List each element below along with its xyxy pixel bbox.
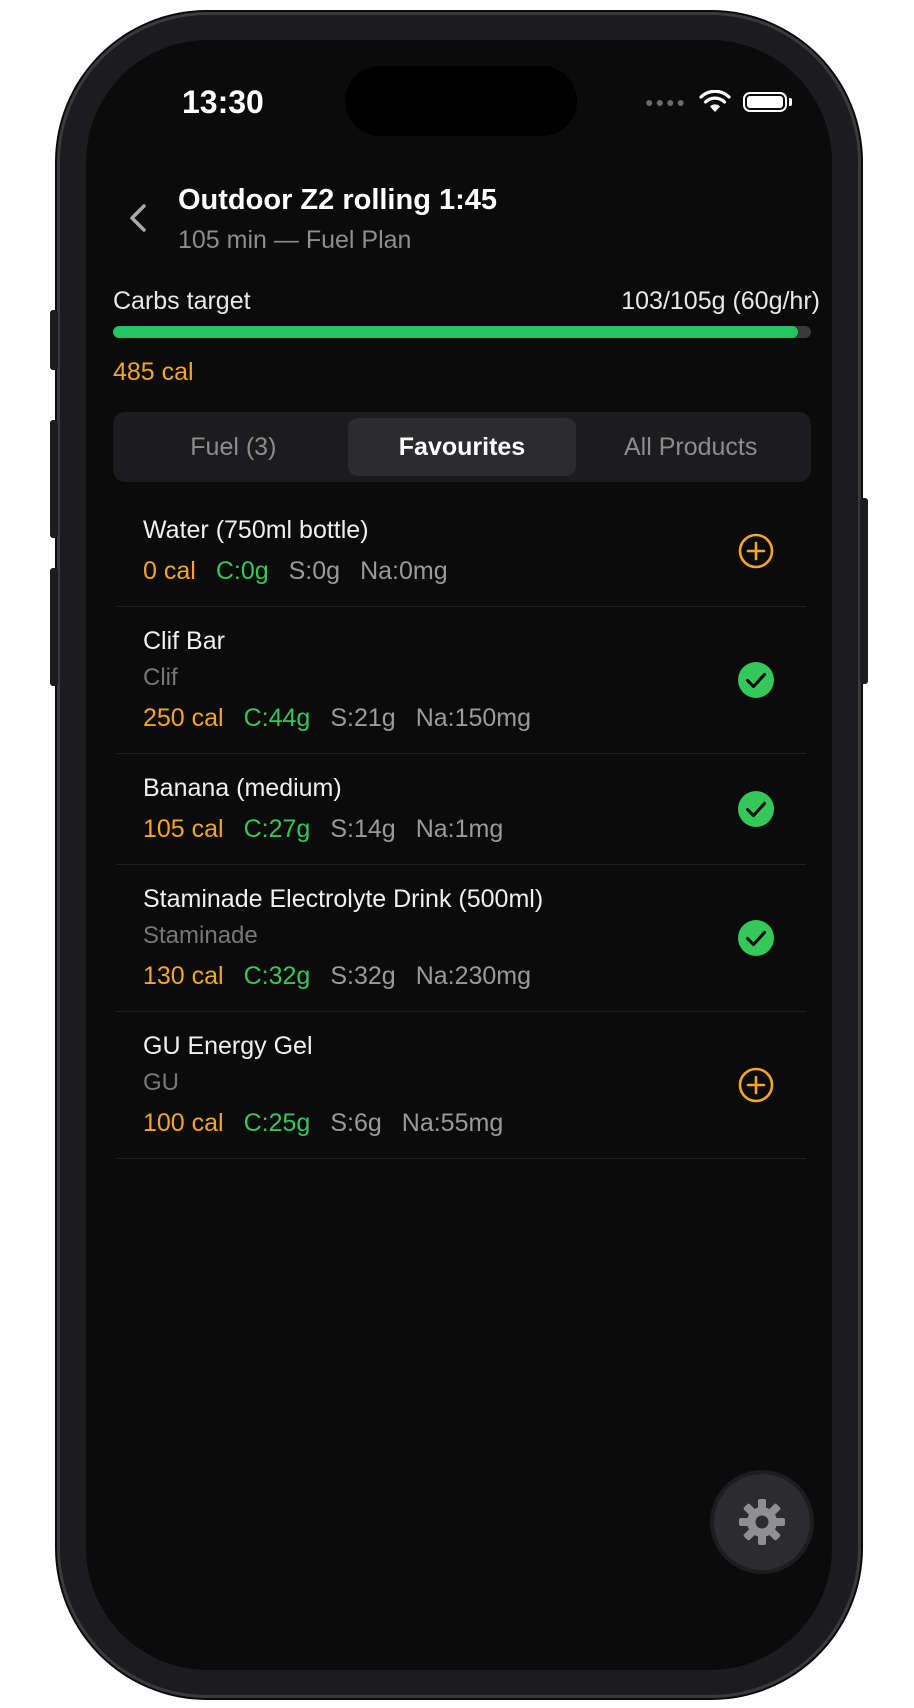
item-name: GU Energy Gel	[143, 1032, 313, 1060]
item-name: Clif Bar	[143, 627, 225, 655]
item-calories: 105 cal	[143, 815, 224, 843]
favourites-list: Water (750ml bottle) 0 cal C:0g S:0g Na:…	[116, 496, 806, 1159]
add-circle-icon[interactable]	[736, 1065, 776, 1105]
app-screen: 13:30 ●●●● Outdoor Z2 rolling 1:45 105 m…	[86, 40, 832, 1670]
side-button-power	[860, 498, 868, 684]
dynamic-island	[345, 66, 577, 136]
status-icons: ●●●●	[645, 90, 792, 114]
item-sodium: Na:1mg	[415, 815, 504, 843]
item-calories: 100 cal	[143, 1109, 224, 1137]
item-name: Staminade Electrolyte Drink (500ml)	[143, 885, 544, 913]
checkmark-circle-icon[interactable]	[736, 918, 776, 958]
item-carbs: C:44g	[243, 704, 311, 732]
item-brand: Clif	[143, 664, 178, 691]
item-macros: 130 cal C:32g S:32g Na:230mg	[143, 962, 806, 991]
item-sugar: S:32g	[330, 962, 396, 990]
page-title: Outdoor Z2 rolling 1:45	[178, 184, 498, 216]
item-sodium: Na:150mg	[415, 704, 532, 732]
item-brand: Staminade	[143, 922, 258, 949]
tab-all-products[interactable]: All Products	[576, 418, 805, 476]
item-sodium: Na:230mg	[415, 962, 532, 990]
item-macros: 105 cal C:27g S:14g Na:1mg	[143, 815, 806, 844]
carbs-progress-bar	[113, 326, 811, 338]
battery-cap	[789, 98, 792, 106]
item-sugar: S:21g	[330, 704, 396, 732]
item-name: Water (750ml bottle)	[143, 516, 369, 544]
carbs-progress-fill	[113, 326, 798, 338]
status-time: 13:30	[182, 84, 264, 120]
item-sugar: S:6g	[330, 1109, 382, 1137]
page-subtitle: 105 min — Fuel Plan	[178, 226, 412, 254]
list-item[interactable]: Banana (medium) 105 cal C:27g S:14g Na:1…	[116, 754, 806, 865]
item-macros: 250 cal C:44g S:21g Na:150mg	[143, 704, 806, 733]
carbs-target-label: Carbs target	[113, 287, 251, 315]
wifi-icon	[699, 90, 731, 112]
side-button-action	[50, 310, 58, 370]
carbs-target-value: 103/105g (60g/hr)	[621, 287, 820, 315]
item-sugar: S:0g	[288, 557, 341, 585]
item-sodium: Na:55mg	[401, 1109, 504, 1137]
chevron-left-icon[interactable]	[122, 200, 158, 236]
item-calories: 0 cal	[143, 557, 196, 585]
add-circle-icon[interactable]	[736, 531, 776, 571]
list-item[interactable]: Clif Bar Clif 250 cal C:44g S:21g Na:150…	[116, 607, 806, 754]
item-calories: 130 cal	[143, 962, 224, 990]
list-item[interactable]: GU Energy Gel GU 100 cal C:25g S:6g Na:5…	[116, 1012, 806, 1159]
cellular-icon: ●●●●	[645, 94, 687, 110]
item-brand: GU	[143, 1069, 179, 1096]
tab-favourites[interactable]: Favourites	[347, 418, 577, 476]
battery-icon	[743, 92, 787, 112]
item-carbs: C:32g	[243, 962, 311, 990]
item-sugar: S:14g	[330, 815, 396, 843]
settings-button[interactable]	[714, 1474, 810, 1570]
item-sodium: Na:0mg	[360, 557, 448, 585]
segmented-tabs: Fuel (3) Favourites All Products	[113, 412, 811, 482]
side-button-volume-down	[50, 568, 58, 686]
item-macros: 100 cal C:25g S:6g Na:55mg	[143, 1109, 806, 1138]
item-calories: 250 cal	[143, 704, 224, 732]
list-item[interactable]: Staminade Electrolyte Drink (500ml) Stam…	[116, 865, 806, 1012]
list-item[interactable]: Water (750ml bottle) 0 cal C:0g S:0g Na:…	[116, 496, 806, 607]
item-carbs: C:0g	[215, 557, 269, 585]
item-name: Banana (medium)	[143, 774, 342, 802]
checkmark-circle-icon[interactable]	[736, 660, 776, 700]
calorie-total: 485 cal	[113, 358, 194, 386]
checkmark-circle-icon[interactable]	[736, 789, 776, 829]
item-carbs: C:27g	[243, 815, 311, 843]
gear-icon	[739, 1499, 785, 1545]
item-macros: 0 cal C:0g S:0g Na:0mg	[143, 557, 806, 586]
side-button-volume-up	[50, 420, 58, 538]
tab-fuel[interactable]: Fuel (3)	[119, 418, 348, 476]
item-carbs: C:25g	[243, 1109, 311, 1137]
